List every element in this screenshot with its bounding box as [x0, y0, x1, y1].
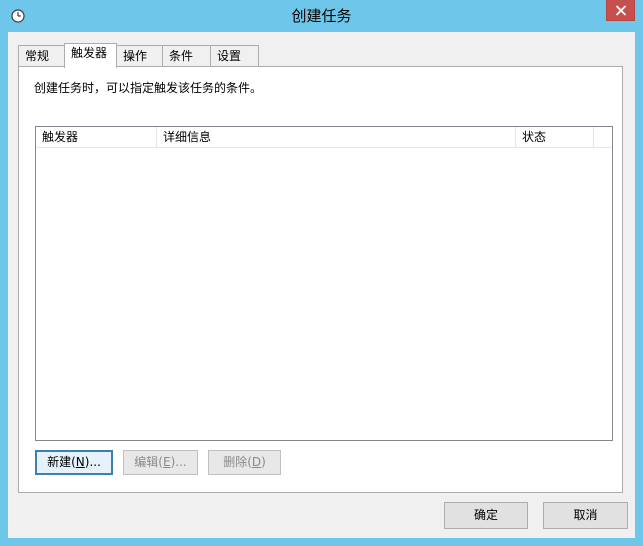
edit-button-suffix: )... [170, 455, 187, 469]
delete-button-accesskey: D [251, 455, 262, 469]
new-trigger-button[interactable]: 新建(N)... [35, 450, 113, 475]
triggers-description: 创建任务时，可以指定触发该任务的条件。 [34, 81, 263, 95]
tab-settings[interactable]: 设置 [210, 45, 259, 67]
tab-conditions[interactable]: 条件 [162, 45, 211, 67]
title-bar[interactable]: 创建任务 [0, 0, 643, 32]
new-button-accesskey: N [75, 455, 85, 469]
create-task-window: 创建任务 常规 触发器 操作 条件 设置 创建任务时，可以指定触发该任务的条件。… [0, 0, 643, 546]
new-button-label: 新建( [47, 455, 76, 469]
column-header-trigger[interactable]: 触发器 [36, 127, 157, 147]
edit-trigger-button[interactable]: 编辑(E)... [123, 450, 198, 475]
edit-button-accesskey: E [162, 455, 171, 469]
dialog-body: 常规 触发器 操作 条件 设置 创建任务时，可以指定触发该任务的条件。 触发器 … [8, 32, 635, 538]
delete-button-label: 删除( [223, 455, 252, 469]
delete-trigger-button[interactable]: 删除(D) [208, 450, 281, 475]
new-button-suffix: )... [84, 455, 101, 469]
column-header-status[interactable]: 状态 [516, 127, 594, 147]
window-title: 创建任务 [291, 7, 352, 25]
tab-triggers[interactable]: 触发器 [64, 43, 117, 68]
close-button[interactable] [606, 0, 635, 21]
ok-button[interactable]: 确定 [444, 502, 528, 529]
delete-button-suffix: ) [261, 455, 266, 469]
close-icon [615, 5, 627, 16]
tab-general[interactable]: 常规 [18, 45, 65, 67]
triggers-list[interactable]: 触发器 详细信息 状态 [35, 126, 613, 441]
tab-actions[interactable]: 操作 [116, 45, 163, 67]
edit-button-label: 编辑( [134, 455, 163, 469]
list-header: 触发器 详细信息 状态 [36, 127, 612, 148]
column-header-details[interactable]: 详细信息 [157, 127, 516, 147]
cancel-button[interactable]: 取消 [543, 502, 628, 529]
triggers-tab-panel: 创建任务时，可以指定触发该任务的条件。 触发器 详细信息 状态 新建(N)...… [18, 66, 623, 493]
